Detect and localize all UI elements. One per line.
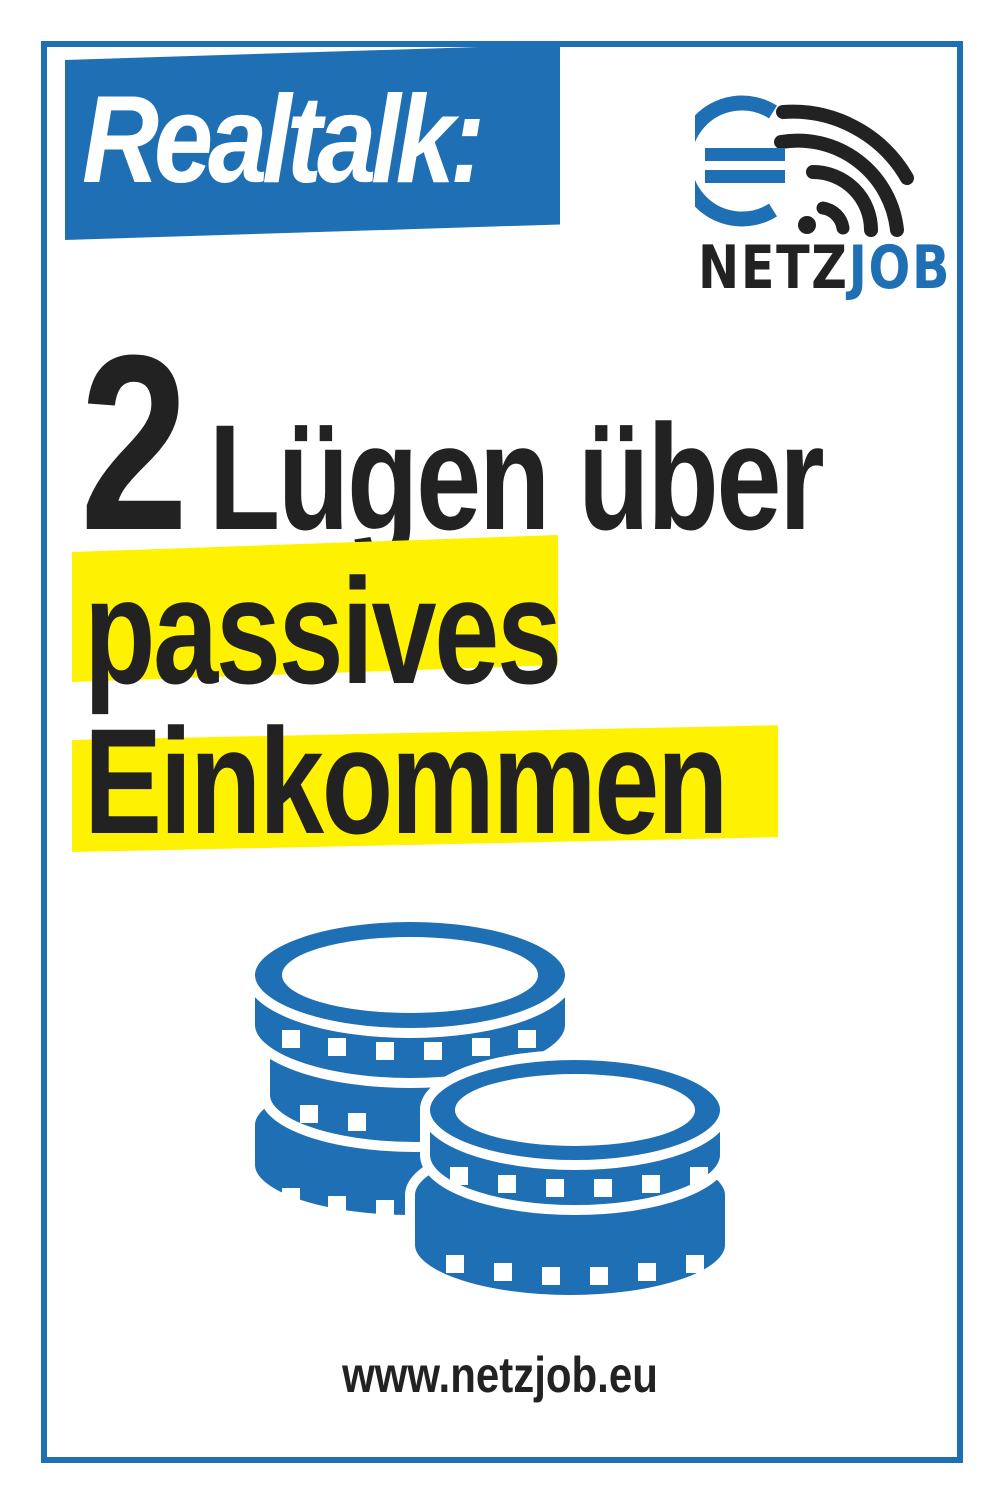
coins-stack-icon bbox=[245, 912, 735, 1305]
website-url[interactable]: www.netzjob.eu bbox=[0, 1350, 1000, 1400]
headline-first-line: 2 Lügen über bbox=[80, 318, 825, 568]
brand-part-netz: NETZ bbox=[698, 233, 849, 303]
headline-einkommen: Einkommen bbox=[84, 697, 728, 865]
website-url-text[interactable]: www.netzjob.eu bbox=[342, 1350, 658, 1400]
headline-passives: passives bbox=[84, 547, 562, 715]
realtalk-label: Realtalk: bbox=[82, 71, 485, 209]
brand-part-job: JOB bbox=[848, 233, 952, 303]
headline-number: 2 bbox=[80, 303, 188, 582]
brand-wordmark: NETZJOB bbox=[698, 238, 951, 298]
